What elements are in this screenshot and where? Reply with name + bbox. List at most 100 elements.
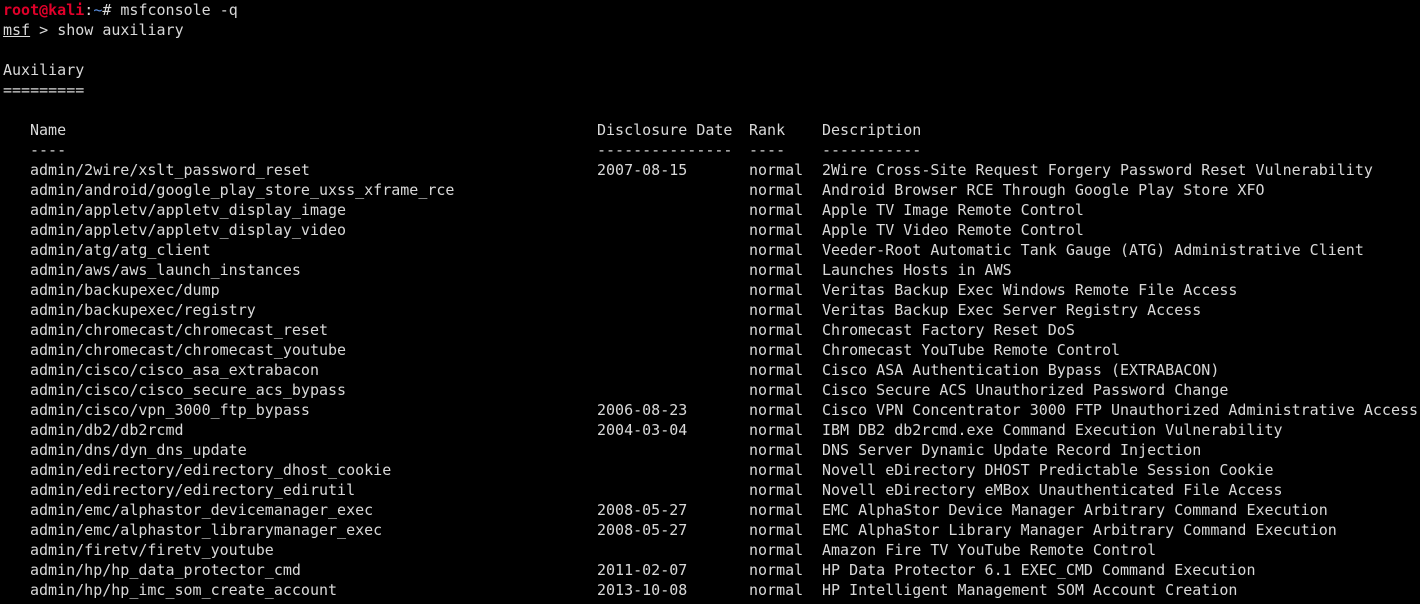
section-underline: ========= — [3, 81, 85, 99]
msf-prompt-line: msf > show auxiliary — [3, 20, 1420, 40]
module-description: DNS Server Dynamic Update Record Injecti… — [822, 441, 1202, 459]
module-description: Chromecast YouTube Remote Control — [822, 341, 1121, 359]
table-row: admin/emc/alphastor_devicemanager_exec 20… — [3, 500, 1420, 520]
module-name: admin/emc/alphastor_devicemanager_exec — [30, 501, 374, 519]
header-name: Name — [30, 121, 67, 139]
module-disclosure-date: 2007-08-15 — [597, 161, 688, 179]
module-description: Apple TV Image Remote Control — [822, 201, 1084, 219]
terminal-window[interactable]: root@kali:~# msfconsole -q msf > show au… — [0, 0, 1420, 604]
module-rank: normal — [749, 421, 804, 439]
module-name: admin/backupexec/registry — [30, 301, 256, 319]
module-description: IBM DB2 db2rcmd.exe Command Execution Vu… — [822, 421, 1283, 439]
module-name: admin/chromecast/chromecast_youtube — [30, 341, 347, 359]
table-row: admin/cisco/cisco_secure_acs_bypass norma… — [3, 380, 1420, 400]
header-disclosure-date: Disclosure Date — [597, 121, 733, 139]
module-name: admin/appletv/appletv_display_video — [30, 221, 347, 239]
module-description: Amazon Fire TV YouTube Remote Control — [822, 541, 1157, 559]
separator-name: ---- — [30, 141, 67, 159]
module-description: Veeder-Root Automatic Tank Gauge (ATG) A… — [822, 241, 1364, 259]
table-row: admin/edirectory/edirectory_edirutil norm… — [3, 480, 1420, 500]
module-name: admin/firetv/firetv_youtube — [30, 541, 274, 559]
module-rank: normal — [749, 381, 804, 399]
module-rank: normal — [749, 401, 804, 419]
module-description: Launches Hosts in AWS — [822, 261, 1012, 279]
module-description: Cisco Secure ACS Unauthorized Password C… — [822, 381, 1229, 399]
module-rank: normal — [749, 561, 804, 579]
prompt-separator: : — [84, 1, 94, 19]
module-name: admin/2wire/xslt_password_reset — [30, 161, 310, 179]
module-description: Novell eDirectory eMBox Unauthenticated … — [822, 481, 1283, 499]
table-row: admin/emc/alphastor_librarymanager_exec 2… — [3, 520, 1420, 540]
module-disclosure-date: 2004-03-04 — [597, 421, 688, 439]
table-row: admin/backupexec/registry normal Veritas B… — [3, 300, 1420, 320]
section-title: Auxiliary — [3, 61, 85, 79]
module-name: admin/android/google_play_store_uxss_xfr… — [30, 181, 455, 199]
table-row: admin/appletv/appletv_display_image norma… — [3, 200, 1420, 220]
module-name: admin/backupexec/dump — [30, 281, 220, 299]
msf-command: show auxiliary — [57, 21, 184, 39]
table-row: admin/chromecast/chromecast_reset normal C… — [3, 320, 1420, 340]
table-row: admin/cisco/vpn_3000_ftp_bypass 2006-08-2… — [3, 400, 1420, 420]
shell-command: msfconsole -q — [120, 1, 238, 19]
module-table-body: admin/2wire/xslt_password_reset 2007-08-1… — [3, 160, 1420, 600]
table-row: admin/edirectory/edirectory_dhost_cookie… — [3, 460, 1420, 480]
module-name: admin/edirectory/edirectory_dhost_cookie — [30, 461, 392, 479]
module-rank: normal — [749, 501, 804, 519]
module-description: 2Wire Cross-Site Request Forgery Passwor… — [822, 161, 1373, 179]
module-description: HP Data Protector 6.1 EXEC_CMD Command E… — [822, 561, 1256, 579]
module-rank: normal — [749, 201, 804, 219]
table-row: admin/cisco/cisco_asa_extrabacon normal Ci… — [3, 360, 1420, 380]
table-row: admin/hp/hp_imc_som_create_account 2013-1… — [3, 580, 1420, 600]
module-rank: normal — [749, 161, 804, 179]
module-disclosure-date: 2006-08-23 — [597, 401, 688, 419]
table-row: admin/appletv/appletv_display_video norma… — [3, 220, 1420, 240]
shell-prompt-line: root@kali:~# msfconsole -q — [3, 0, 1420, 20]
separator-date: --------------- — [597, 141, 733, 159]
module-name: admin/aws/aws_launch_instances — [30, 261, 301, 279]
module-rank: normal — [749, 361, 804, 379]
module-description: Veritas Backup Exec Windows Remote File … — [822, 281, 1238, 299]
module-name: admin/db2/db2rcmd — [30, 421, 184, 439]
module-description: Android Browser RCE Through Google Play … — [822, 181, 1265, 199]
table-row: admin/hp/hp_data_protector_cmd 2011-02-07… — [3, 560, 1420, 580]
module-rank: normal — [749, 481, 804, 499]
module-name: admin/hp/hp_data_protector_cmd — [30, 561, 301, 579]
separator-description: ----------- — [822, 141, 922, 159]
module-rank: normal — [749, 341, 804, 359]
module-name: admin/dns/dyn_dns_update — [30, 441, 247, 459]
prompt-user-host: root@kali — [3, 1, 85, 19]
table-row: admin/chromecast/chromecast_youtube norma… — [3, 340, 1420, 360]
module-rank: normal — [749, 521, 804, 539]
module-rank: normal — [749, 541, 804, 559]
module-description: HP Intelligent Management SOM Account Cr… — [822, 581, 1238, 599]
separator-rank: ---- — [749, 141, 786, 159]
module-name: admin/appletv/appletv_display_image — [30, 201, 347, 219]
module-name: admin/emc/alphastor_librarymanager_exec — [30, 521, 383, 539]
table-header-row: Name Disclosure Date Rank Description — [3, 120, 1420, 140]
table-row: admin/backupexec/dump normal Veritas Backu… — [3, 280, 1420, 300]
module-name: admin/hp/hp_imc_som_create_account — [30, 581, 338, 599]
table-row: admin/db2/db2rcmd 2004-03-04 normal IBM DB2… — [3, 420, 1420, 440]
module-name: admin/cisco/cisco_secure_acs_bypass — [30, 381, 347, 399]
prompt-symbol: # — [102, 1, 121, 19]
module-rank: normal — [749, 261, 804, 279]
module-name: admin/cisco/cisco_asa_extrabacon — [30, 361, 319, 379]
module-description: Chromecast Factory Reset DoS — [822, 321, 1075, 339]
module-description: Cisco VPN Concentrator 3000 FTP Unauthor… — [822, 401, 1419, 419]
msf-prompt-arrow: > — [30, 21, 58, 39]
module-name: admin/atg/atg_client — [30, 241, 211, 259]
module-rank: normal — [749, 581, 804, 599]
module-name: admin/edirectory/edirectory_edirutil — [30, 481, 356, 499]
module-description: Apple TV Video Remote Control — [822, 221, 1084, 239]
module-disclosure-date: 2008-05-27 — [597, 521, 688, 539]
module-rank: normal — [749, 321, 804, 339]
table-row: admin/android/google_play_store_uxss_xfr… — [3, 180, 1420, 200]
module-rank: normal — [749, 241, 804, 259]
table-row: admin/atg/atg_client normal Veeder-Root Au… — [3, 240, 1420, 260]
module-rank: normal — [749, 221, 804, 239]
module-rank: normal — [749, 441, 804, 459]
table-row: admin/aws/aws_launch_instances normal Laun… — [3, 260, 1420, 280]
module-disclosure-date: 2013-10-08 — [597, 581, 688, 599]
module-disclosure-date: 2008-05-27 — [597, 501, 688, 519]
